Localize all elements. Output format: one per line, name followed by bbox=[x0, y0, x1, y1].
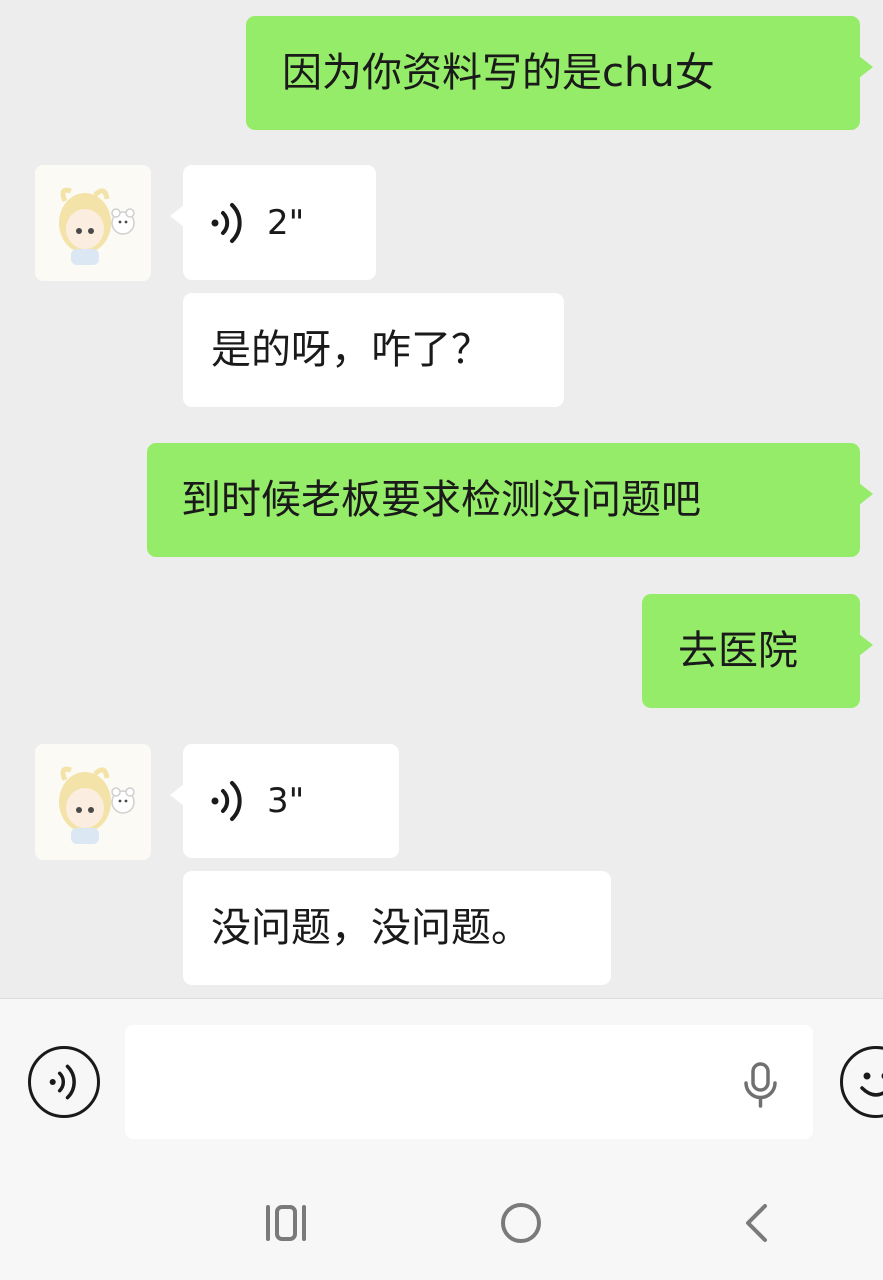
voice-duration: 2" bbox=[267, 202, 305, 243]
message-bubble-outgoing[interactable]: 因为你资料写的是chu女 bbox=[246, 16, 873, 130]
message-bubble-incoming[interactable]: 是的呀，咋了？ bbox=[183, 293, 564, 407]
avatar-image bbox=[59, 187, 135, 265]
voice-duration: 3" bbox=[267, 781, 305, 821]
message-input[interactable] bbox=[125, 1025, 813, 1139]
message-text: 到时候老板要求检测没问题吧 bbox=[181, 477, 701, 523]
bottom-bar bbox=[0, 998, 883, 1280]
message-bubble-outgoing[interactable]: 去医院 bbox=[642, 594, 873, 708]
message-text: 是的呀，咋了？ bbox=[211, 327, 491, 373]
back-icon[interactable] bbox=[742, 1202, 770, 1244]
chat-area[interactable]: 因为你资料写的是chu女 2" 是的呀，咋了？ 到时候老板要求检测没问题吧 去医… bbox=[0, 0, 883, 998]
voice-mode-icon bbox=[49, 1064, 76, 1100]
message-bubble-incoming[interactable]: 没问题，没问题。 bbox=[183, 871, 611, 985]
emoji-button[interactable] bbox=[840, 1046, 883, 1118]
home-icon[interactable] bbox=[500, 1202, 542, 1244]
message-text: 因为你资料写的是chu女 bbox=[282, 50, 715, 96]
contact-avatar[interactable] bbox=[35, 165, 151, 281]
voice-message-bubble[interactable]: 3" bbox=[170, 744, 399, 858]
microphone-icon[interactable] bbox=[741, 1061, 781, 1109]
voice-mode-button[interactable] bbox=[28, 1046, 100, 1118]
emoji-icon bbox=[860, 1072, 883, 1097]
voice-wave-icon bbox=[211, 202, 242, 243]
message-bubble-outgoing[interactable]: 到时候老板要求检测没问题吧 bbox=[147, 443, 873, 557]
voice-wave-icon bbox=[211, 781, 242, 821]
recent-apps-icon[interactable] bbox=[265, 1204, 307, 1242]
message-text: 去医院 bbox=[678, 628, 798, 674]
voice-message-bubble[interactable]: 2" bbox=[170, 165, 376, 280]
message-text: 没问题，没问题。 bbox=[211, 905, 531, 951]
contact-avatar[interactable] bbox=[35, 744, 151, 860]
avatar-image bbox=[59, 766, 135, 844]
